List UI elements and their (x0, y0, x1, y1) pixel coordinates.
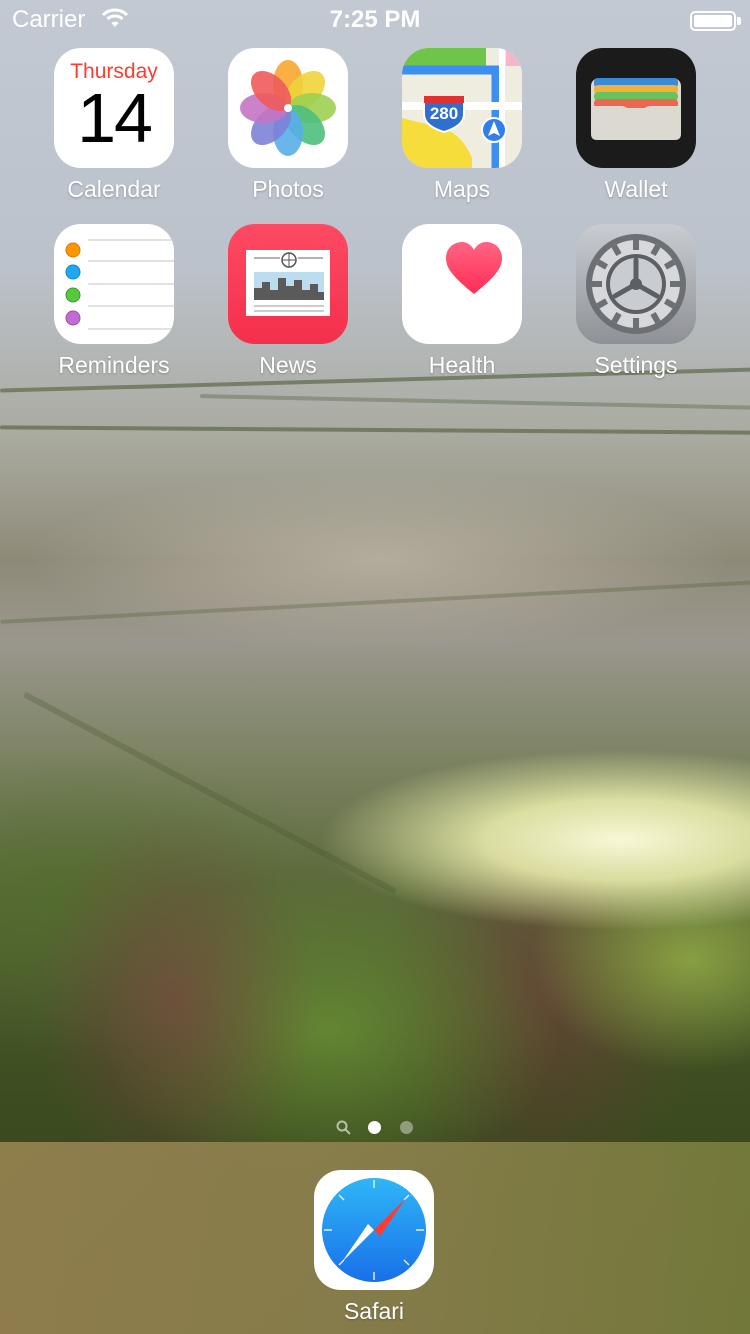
app-photos[interactable]: Photos (213, 48, 363, 203)
status-bar: Carrier 7:25 PM (0, 0, 750, 40)
maps-shield-number: 280 (429, 104, 459, 123)
battery-icon (690, 11, 736, 31)
app-safari[interactable]: Safari (299, 1170, 449, 1325)
safari-icon (314, 1170, 434, 1290)
health-icon (402, 224, 522, 344)
clock: 7:25 PM (329, 6, 421, 33)
app-reminders[interactable]: Reminders (39, 224, 189, 379)
app-maps[interactable]: 280 Maps (387, 48, 537, 203)
calendar-day: 14 (77, 79, 153, 157)
app-calendar[interactable]: Thursday 14 Calendar (39, 48, 189, 203)
photos-icon (228, 48, 348, 168)
maps-icon: 280 (402, 48, 522, 168)
app-label: Wallet (604, 176, 668, 202)
app-news[interactable]: News (213, 224, 363, 379)
app-health[interactable]: Health (387, 224, 537, 379)
app-label: News (259, 352, 317, 378)
app-label: Maps (433, 176, 491, 202)
spotlight-search-icon[interactable] (336, 1120, 352, 1141)
app-label: Reminders (58, 352, 170, 378)
news-icon (228, 224, 348, 344)
app-label: Health (428, 352, 496, 378)
app-label: Calendar (67, 176, 161, 202)
settings-icon (576, 224, 696, 344)
app-wallet[interactable]: Wallet (561, 48, 711, 203)
app-label: Photos (252, 176, 324, 202)
page-indicator[interactable] (0, 1118, 750, 1138)
page-dot[interactable] (400, 1121, 413, 1134)
page-dot-current[interactable] (368, 1121, 381, 1134)
reminders-icon (54, 224, 174, 344)
app-settings[interactable]: Settings (561, 224, 711, 379)
app-label: Settings (594, 352, 678, 378)
wallet-icon (576, 48, 696, 168)
app-label: Safari (343, 1298, 405, 1324)
dock: Safari (0, 1142, 750, 1334)
battery-tip (737, 17, 741, 25)
calendar-icon: Thursday 14 (54, 48, 174, 168)
